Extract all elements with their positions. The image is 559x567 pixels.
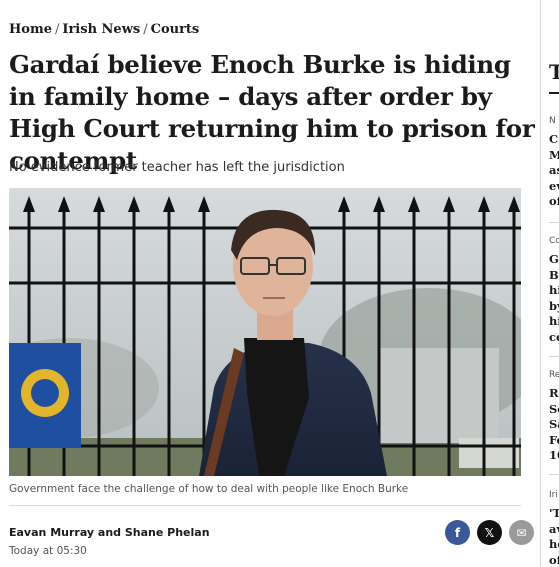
sidebar-divider <box>549 222 559 223</box>
sidebar-story-line: co <box>549 329 559 344</box>
article-image[interactable] <box>9 188 521 476</box>
sidebar-story-line: as <box>549 163 559 177</box>
article-headline: Gardaí believe Enoch Burke is hiding in … <box>9 50 535 175</box>
sidebar-story-line: B <box>549 267 559 282</box>
breadcrumb-irish-news[interactable]: Irish News <box>62 22 140 37</box>
article-image-graphic <box>9 188 521 476</box>
sidebar-story-category: Re <box>549 370 559 380</box>
byline-divider <box>9 505 521 506</box>
sidebar-story-line: ev <box>549 178 559 193</box>
sidebar-story-line: of <box>549 552 559 567</box>
sidebar-story-line: C <box>549 132 559 146</box>
share-email-button[interactable]: ✉ <box>509 520 534 545</box>
sidebar-story[interactable]: Iri 'T av he of <box>549 490 559 567</box>
sidebar-story-line: hi <box>549 283 559 297</box>
article-authors[interactable]: Eavan Murray and Shane Phelan <box>9 526 210 539</box>
image-caption: Government face the challenge of how to … <box>9 483 409 495</box>
article-timestamp: Today at 05:30 <box>9 545 87 557</box>
sidebar-story-line: Fe <box>549 432 559 447</box>
sidebar-story-line: Sa <box>549 417 559 431</box>
sidebar-story-line: by <box>549 298 559 313</box>
sidebar-title-rule <box>549 92 559 94</box>
sidebar-divider <box>549 474 559 475</box>
sidebar-story-line: av <box>549 521 559 536</box>
sidebar-story-category: Iri <box>549 490 558 500</box>
sidebar-story-line: Sc <box>549 401 559 416</box>
x-icon: 𝕏 <box>484 525 495 540</box>
sidebar-story-line: hi <box>549 314 559 328</box>
sidebar-story[interactable]: Co G B hi by hi co <box>549 236 559 345</box>
sidebar-story-line: 'T <box>549 506 559 520</box>
sidebar-story-line: M <box>549 148 559 164</box>
share-facebook-button[interactable]: f <box>445 520 470 545</box>
sidebar-story-line: 10 <box>549 448 559 462</box>
sidebar-divider <box>549 356 559 357</box>
sidebar-story-line: R <box>549 386 559 400</box>
sidebar-story-category: Co <box>549 236 559 246</box>
article-standfirst: No evidence former teacher has left the … <box>9 160 345 175</box>
sidebar-story[interactable]: Re R Sc Sa Fe 10 <box>549 370 559 464</box>
sidebar: T N C M as ev of Co G B hi by hi co Re R… <box>540 0 559 567</box>
breadcrumb-home[interactable]: Home <box>9 22 52 37</box>
breadcrumb-separator: / <box>54 22 60 37</box>
breadcrumb-separator: / <box>143 22 148 37</box>
breadcrumb: Home / Irish News / Courts <box>9 22 199 37</box>
share-x-button[interactable]: 𝕏 <box>477 520 502 545</box>
email-icon: ✉ <box>516 525 527 540</box>
sidebar-title: T <box>549 60 559 84</box>
facebook-icon: f <box>454 525 461 540</box>
sidebar-story-category: N <box>549 116 556 126</box>
sidebar-story-line: of <box>549 194 559 208</box>
sidebar-story-line: G <box>549 252 559 266</box>
breadcrumb-courts[interactable]: Courts <box>151 22 200 37</box>
sidebar-story-line: he <box>549 537 559 551</box>
sidebar-story[interactable]: N C M as ev of <box>549 116 559 210</box>
